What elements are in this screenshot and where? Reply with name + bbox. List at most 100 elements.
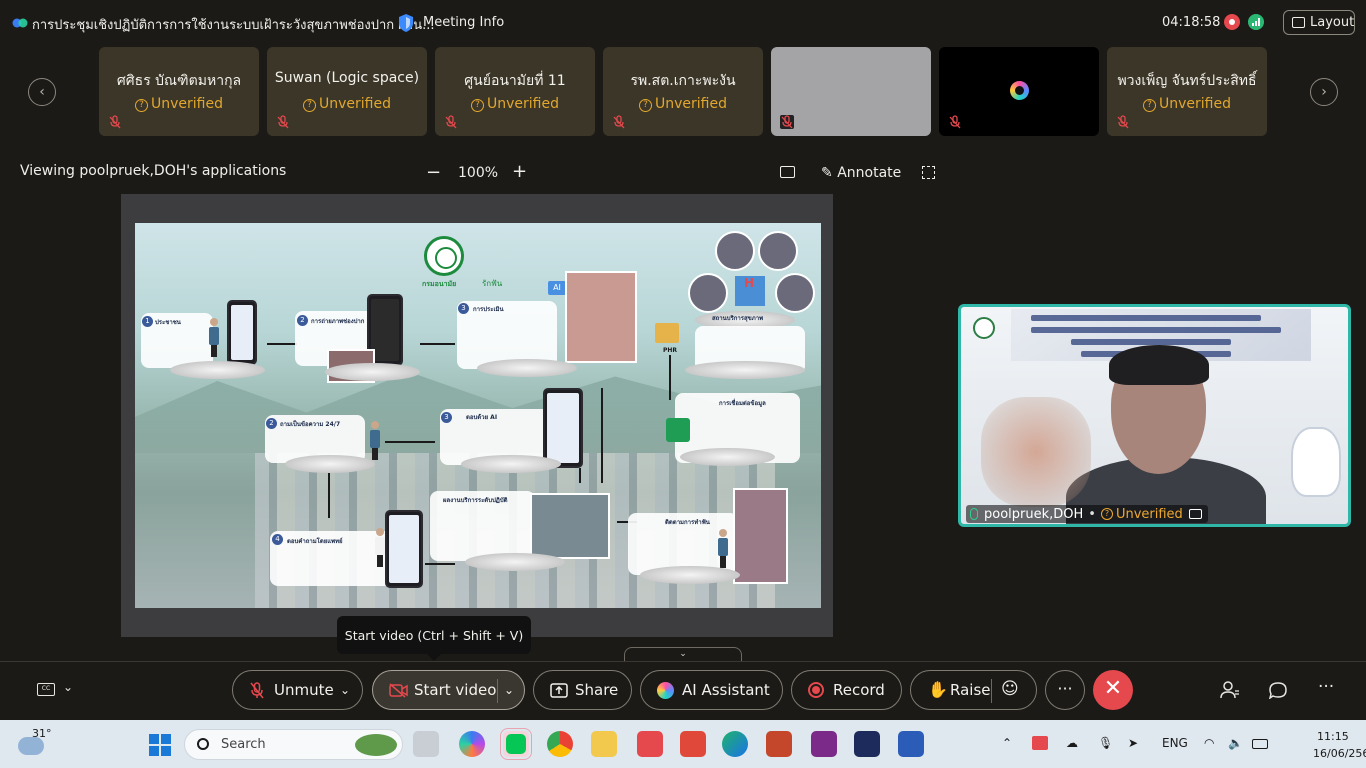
video-options-icon[interactable] (1188, 509, 1202, 519)
next-page-button[interactable]: › (1310, 78, 1338, 106)
question-icon: ? (303, 99, 316, 112)
reactions-icon[interactable]: ☺ (1001, 679, 1019, 699)
ai-badge: AI (548, 281, 566, 295)
step-title: การถ่ายภาพช่องปาก (311, 318, 365, 325)
mic-muted-icon (780, 115, 794, 129)
participant-tile[interactable] (771, 47, 931, 136)
zoom-in-button[interactable]: + (512, 161, 527, 182)
question-icon: ? (1100, 508, 1113, 520)
phone-chat-image (543, 388, 583, 468)
chevron-down-icon[interactable]: ⌄ (63, 680, 73, 694)
anydesk-tray-icon[interactable] (1032, 736, 1048, 750)
participant-status: ? Unverified (603, 96, 763, 112)
webex-app-icon[interactable] (854, 731, 880, 757)
edge-icon[interactable] (722, 731, 748, 757)
question-icon: ? (135, 99, 148, 112)
connect-card-title: การเชื่อมต่อข้อมูล (719, 400, 766, 407)
flow-arrow (385, 441, 435, 443)
shield-icon[interactable] (397, 13, 415, 33)
participant-tile[interactable]: ศศิธร บัณฑิตมหากุล ? Unverified (99, 47, 259, 136)
chat-icon[interactable] (1268, 681, 1288, 699)
pdf-app-icon[interactable] (811, 731, 837, 757)
start-video-button[interactable]: Start video ⌄ (372, 670, 525, 710)
system-date[interactable]: 16/06/2568 (1313, 747, 1366, 760)
record-button[interactable]: Record (791, 670, 902, 710)
anydesk-icon[interactable] (637, 731, 663, 757)
chrome-icon[interactable] (547, 731, 573, 757)
department-logo-text: กรมอนามัย (422, 280, 457, 288)
pedestal (465, 553, 565, 571)
line-app-icon[interactable] (500, 728, 532, 760)
pedestal (170, 361, 265, 379)
participants-icon[interactable] (1220, 681, 1240, 699)
tooth-brand-text: รักฟัน (482, 279, 503, 288)
mic-muted-icon (1117, 115, 1129, 129)
share-button[interactable]: Share (533, 670, 632, 710)
service-card-title: สถานบริการสุขภาพ (712, 315, 764, 322)
copilot-icon[interactable] (459, 731, 485, 757)
battery-icon[interactable] (1252, 739, 1268, 749)
participant-tile[interactable]: Suwan (Logic space) ? Unverified (267, 47, 427, 136)
powerpoint-icon[interactable] (766, 731, 792, 757)
presenter-name-label: poolpruek,DOH • ? Unverified (966, 505, 1208, 523)
pop-out-icon[interactable] (780, 166, 795, 178)
person-figure (209, 318, 219, 357)
show-hidden-icons[interactable]: ⌃ (1002, 736, 1012, 750)
participant-tile[interactable]: ศูนย์อนามัยที่ 11 ? Unverified (435, 47, 595, 136)
circle-photo (758, 231, 798, 271)
camera-off-icon (389, 683, 408, 698)
send-icon[interactable]: ➤ (1128, 736, 1138, 750)
flow-arrow (420, 343, 455, 345)
participant-name: พวงเพ็ญ จันทร์ประสิทธิ์ (1117, 73, 1257, 89)
search-icon (197, 738, 209, 750)
slides-app-icon[interactable] (680, 731, 706, 757)
unmute-button[interactable]: Unmute ⌄ (232, 670, 363, 710)
presenter-video[interactable]: poolpruek,DOH • ? Unverified (958, 304, 1351, 527)
title-bar: การประชุมเชิงปฏิบัติการการใช้งานระบบเฝ้า… (0, 0, 1366, 44)
flow-arrow (425, 563, 455, 565)
participant-tile[interactable]: รพ.สต.เกาะพะงัน ? Unverified (603, 47, 763, 136)
meeting-title: การประชุมเชิงปฏิบัติการการใช้งานระบบเฝ้า… (32, 18, 435, 33)
cloud-sync-icon[interactable]: ☁ (1066, 736, 1078, 750)
collapse-toolbar-button[interactable]: ⌄ (624, 647, 742, 661)
participant-tile[interactable] (939, 47, 1099, 136)
circle-photo (715, 231, 755, 271)
participant-tile[interactable]: พวงเพ็ญ จันทร์ประสิทธิ์ ? Unverified (1107, 47, 1267, 136)
previous-page-button[interactable]: ‹ (28, 78, 56, 106)
annotate-button[interactable]: ✎ Annotate (821, 165, 901, 181)
meeting-info-link[interactable]: Meeting Info (423, 15, 504, 30)
start-button[interactable] (149, 734, 171, 756)
layout-icon (1292, 17, 1305, 28)
step-number: 4 (272, 534, 283, 545)
volume-muted-icon[interactable]: 🔈 (1228, 736, 1243, 750)
more-panels-icon[interactable]: ··· (1318, 677, 1334, 697)
language-indicator[interactable]: ENG (1162, 736, 1188, 750)
wifi-icon[interactable]: ◠ (1204, 736, 1214, 750)
followup-card-title: ติดตามการทำฟัน (665, 519, 710, 526)
end-meeting-button[interactable]: ✕ (1093, 670, 1133, 710)
file-explorer-icon[interactable] (591, 731, 617, 757)
chevron-down-icon[interactable]: ⌄ (340, 683, 350, 697)
system-time[interactable]: 11:15 (1317, 730, 1349, 743)
pedestal (285, 455, 375, 473)
more-options-button[interactable]: ··· (1045, 670, 1085, 710)
search-box[interactable]: Search (184, 729, 403, 760)
doctor-figure (375, 528, 385, 567)
word-icon[interactable] (898, 731, 924, 757)
ai-assistant-button[interactable]: AI Assistant (640, 670, 783, 710)
raise-hand-button[interactable]: ✋ Raise ☺ (910, 670, 1037, 710)
search-placeholder: Search (221, 737, 266, 752)
recording-indicator-icon (1224, 14, 1240, 30)
banner-line (1031, 327, 1281, 333)
chevron-down-icon[interactable]: ⌄ (504, 683, 514, 697)
closed-captions-button[interactable]: CC (37, 683, 55, 696)
fullscreen-icon[interactable] (922, 166, 935, 179)
network-status-icon[interactable] (1248, 14, 1264, 30)
participant-name: Suwan (Logic space) (274, 70, 420, 86)
layout-button[interactable]: Layout (1283, 10, 1355, 35)
mic-muted-icon (445, 115, 457, 129)
result-card-title: ผลงานบริการระดับปฏิบัติ (443, 497, 508, 504)
mic-muted-tray-icon[interactable]: 🎙 (1098, 736, 1113, 750)
task-view-icon[interactable] (413, 731, 439, 757)
zoom-out-button[interactable]: − (426, 162, 441, 183)
